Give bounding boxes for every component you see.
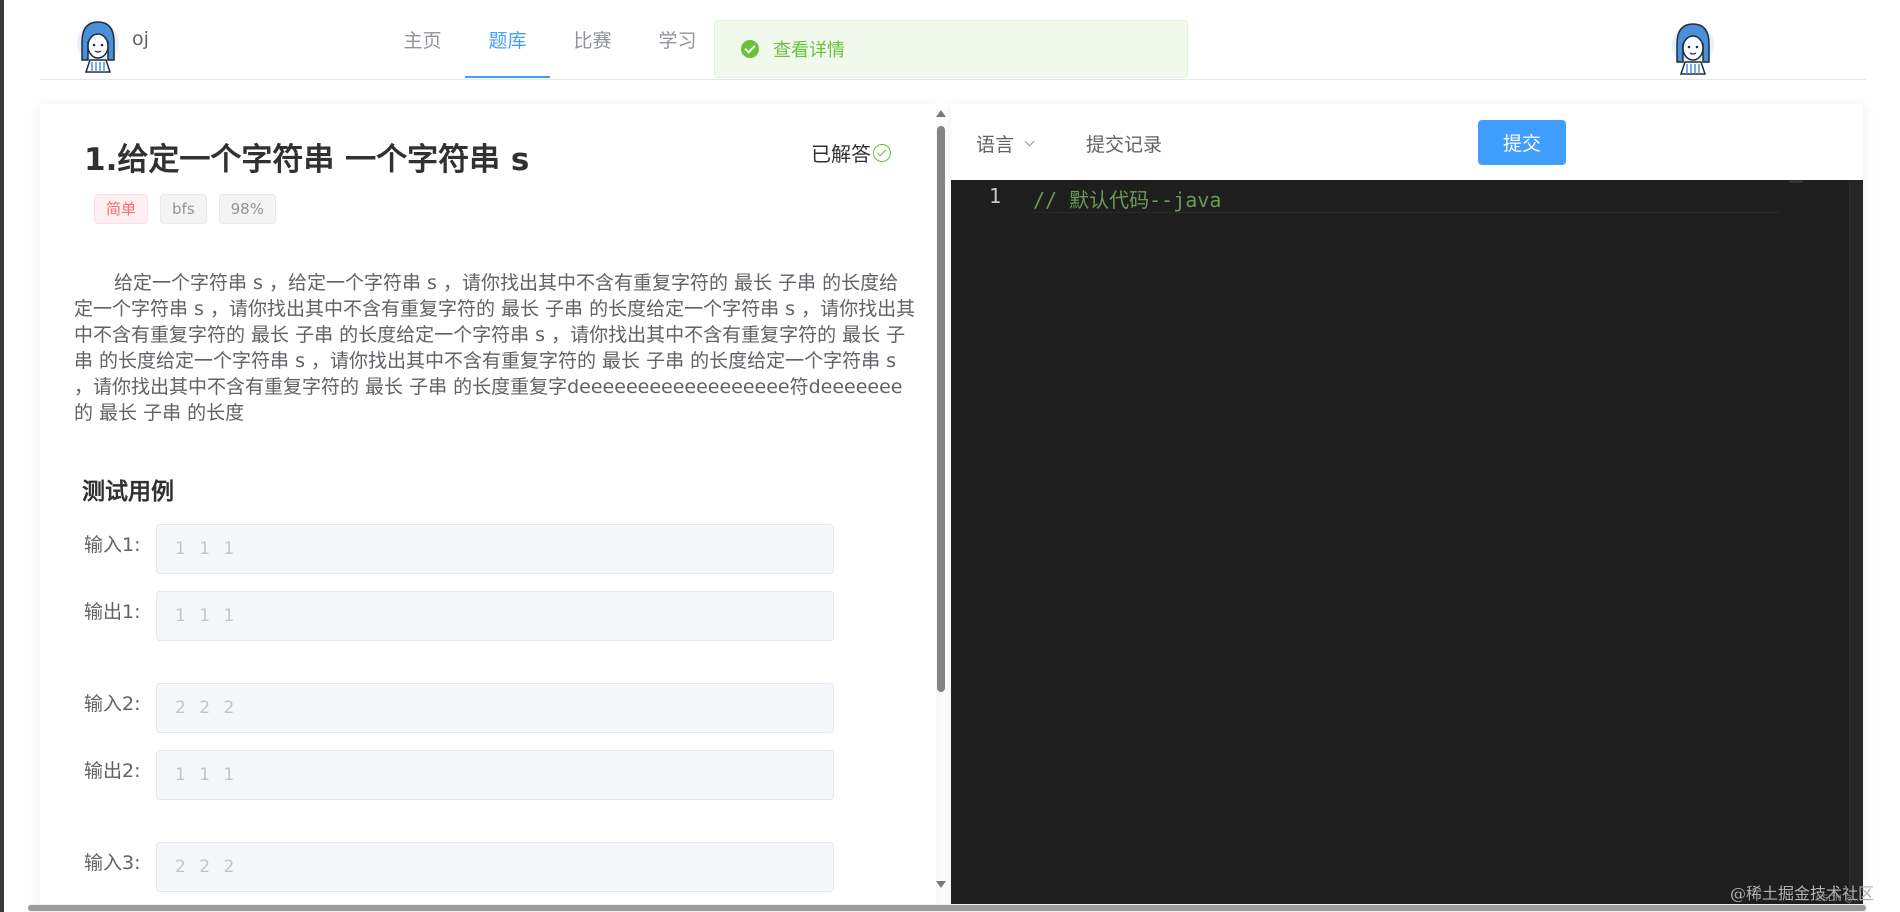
testcase-label: 输入1: <box>84 534 141 556</box>
scrollbar-thumb[interactable] <box>28 905 1866 911</box>
chevron-down-icon <box>1024 136 1035 147</box>
code-editor[interactable]: 1 // 默认代码--java <box>951 180 1863 904</box>
testcase-row: 输出2: 1 1 1 <box>84 750 834 800</box>
nav-problems[interactable]: 题库 <box>465 0 550 78</box>
problem-tags: 简单 bfs 98% <box>94 194 276 224</box>
algorithm-tag: bfs <box>160 194 207 224</box>
submit-button[interactable]: 提交 <box>1478 120 1566 165</box>
testcase-input-field[interactable]: 1 1 1 <box>156 524 834 574</box>
nav-learn[interactable]: 学习 <box>635 0 720 78</box>
testcase-label: 输入3: <box>84 852 141 874</box>
solved-status: 已解答 <box>811 138 891 167</box>
testcase-label: 输出2: <box>84 760 141 782</box>
nav-contests[interactable]: 比赛 <box>550 0 635 78</box>
page-horizontal-scrollbar[interactable] <box>28 904 1866 912</box>
logo-avatar-icon[interactable] <box>72 16 124 74</box>
main-nav: 主页 题库 比赛 学习 <box>380 0 720 80</box>
testcase-heading: 测试用例 <box>82 479 174 505</box>
scroll-up-arrow-icon[interactable] <box>936 110 946 117</box>
testcase-input-field[interactable]: 2 2 2 <box>156 842 834 892</box>
problem-description: 给定一个字符串 s ，给定一个字符串 s ，请你找出其中不含有重复字符的 最长 … <box>74 272 916 424</box>
testcase-label: 输出1: <box>84 601 141 623</box>
problem-panel: 1.给定一个字符串 一个字符串 s 已解答 简单 bfs 98% 给定一个字符串… <box>40 104 936 912</box>
watermark-small: CSDN @... <box>1816 894 1863 904</box>
code-line[interactable]: // 默认代码--java <box>1033 184 1221 213</box>
solved-check-icon <box>873 143 891 162</box>
problem-scrollbar[interactable] <box>934 104 948 894</box>
difficulty-tag: 简单 <box>94 194 149 224</box>
language-label: 语言 <box>976 134 1015 156</box>
check-circle-icon <box>741 40 759 58</box>
editor-toolbar: 语言 提交记录 提交 <box>951 104 1863 180</box>
language-select[interactable]: 语言 <box>976 130 1035 157</box>
testcase-row: 输入2: 2 2 2 <box>84 683 834 733</box>
window-left-edge <box>0 0 4 912</box>
editor-panel: 语言 提交记录 提交 1 // 默认代码--java <box>951 104 1863 912</box>
testcase-row: 输出1: 1 1 1 <box>84 591 834 641</box>
editor-scrollbar[interactable] <box>1849 180 1863 904</box>
user-avatar-icon[interactable] <box>1667 18 1719 76</box>
line-number: 1 <box>989 184 1002 208</box>
nav-home[interactable]: 主页 <box>380 0 465 78</box>
solved-label: 已解答 <box>811 142 871 166</box>
current-line-highlight <box>1033 212 1779 213</box>
testcase-row: 输入1: 1 1 1 <box>84 524 834 574</box>
testcase-label: 输入2: <box>84 693 141 715</box>
testcase-output-field[interactable]: 1 1 1 <box>156 591 834 641</box>
problem-title: 1.给定一个字符串 一个字符串 s <box>84 142 530 178</box>
logo-text[interactable]: oj <box>132 28 149 50</box>
testcase-input-field[interactable]: 2 2 2 <box>156 683 834 733</box>
acceptance-tag: 98% <box>218 194 276 224</box>
testcase-output-field[interactable]: 1 1 1 <box>156 750 834 800</box>
submit-history-link[interactable]: 提交记录 <box>1086 130 1162 157</box>
testcase-row: 输入3: 2 2 2 <box>84 842 834 892</box>
toast-message[interactable]: 查看详情 <box>773 36 845 62</box>
scroll-down-arrow-icon[interactable] <box>936 881 946 888</box>
scrollbar-thumb[interactable] <box>937 126 945 692</box>
success-toast: 查看详情 <box>714 20 1188 78</box>
minimap-indicator <box>1789 180 1803 183</box>
